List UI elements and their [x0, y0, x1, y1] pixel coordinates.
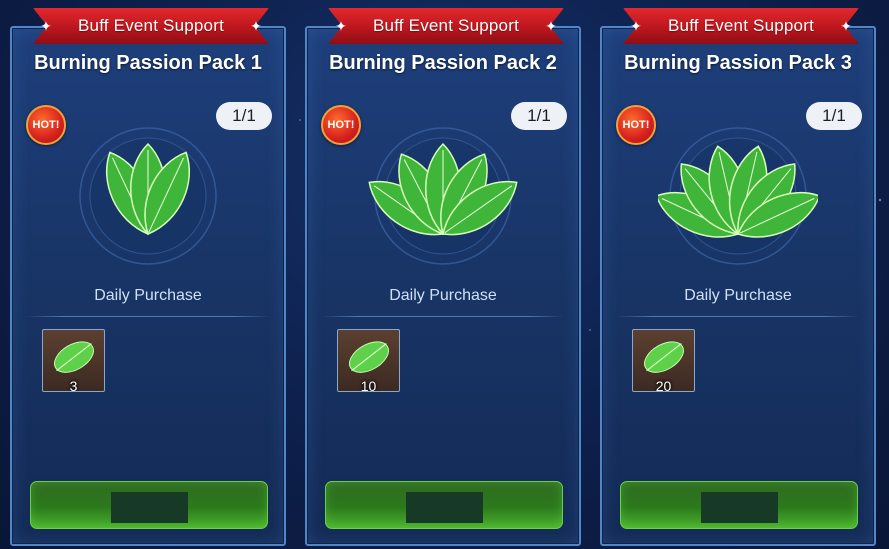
leaf-emblem-icon: [79, 127, 217, 265]
reward-quantity: 3: [69, 378, 78, 392]
hot-badge: HOT!: [321, 105, 361, 145]
sparkle-icon: ✦: [335, 17, 347, 34]
divider: [321, 316, 565, 317]
sparkle-icon: ✦: [250, 17, 262, 34]
buff-event-ribbon: ✦ Buff Event Support ✦: [328, 8, 564, 44]
ribbon-label: Buff Event Support: [668, 16, 814, 35]
daily-purchase-label: Daily Purchase: [389, 287, 497, 304]
reward-quantity: 20: [655, 378, 672, 392]
ribbon-label: Buff Event Support: [373, 16, 519, 35]
ribbon-label: Buff Event Support: [78, 16, 224, 35]
divider: [616, 316, 860, 317]
sparkle-icon: ✦: [40, 17, 52, 34]
divider: [26, 316, 270, 317]
pack-card-2[interactable]: ✦ Buff Event Support ✦ Burning Passion P…: [305, 8, 581, 546]
price-label-redacted: [111, 492, 188, 523]
pack-card-1[interactable]: ✦ Buff Event Support ✦ Burning Passion P…: [10, 8, 286, 546]
pack-title: Burning Passion Pack 2: [329, 52, 557, 74]
buff-event-ribbon: ✦ Buff Event Support ✦: [33, 8, 269, 44]
sparkle-icon: ✦: [545, 17, 557, 34]
daily-purchase-label: Daily Purchase: [684, 287, 792, 304]
sparkle-icon: ✦: [840, 17, 852, 34]
reward-item-slot[interactable]: 20: [632, 329, 695, 392]
reward-item-slot[interactable]: 3: [42, 329, 105, 392]
leaf-emblem-icon: [368, 127, 518, 265]
purchase-button[interactable]: [620, 481, 858, 529]
pack-title: Burning Passion Pack 1: [34, 52, 262, 74]
daily-purchase-label: Daily Purchase: [94, 287, 202, 304]
leaf-emblem-icon: [658, 127, 818, 265]
price-label-redacted: [701, 492, 778, 523]
buff-event-ribbon: ✦ Buff Event Support ✦: [623, 8, 859, 44]
sparkle-icon: ✦: [630, 17, 642, 34]
purchase-button[interactable]: [325, 481, 563, 529]
price-label-redacted: [406, 492, 483, 523]
reward-quantity: 10: [360, 378, 377, 392]
hot-badge: HOT!: [26, 105, 66, 145]
pack-card-3[interactable]: ✦ Buff Event Support ✦ Burning Passion P…: [600, 8, 876, 546]
pack-title: Burning Passion Pack 3: [624, 52, 852, 74]
purchase-button[interactable]: [30, 481, 268, 529]
hot-badge: HOT!: [616, 105, 656, 145]
reward-item-slot[interactable]: 10: [337, 329, 400, 392]
